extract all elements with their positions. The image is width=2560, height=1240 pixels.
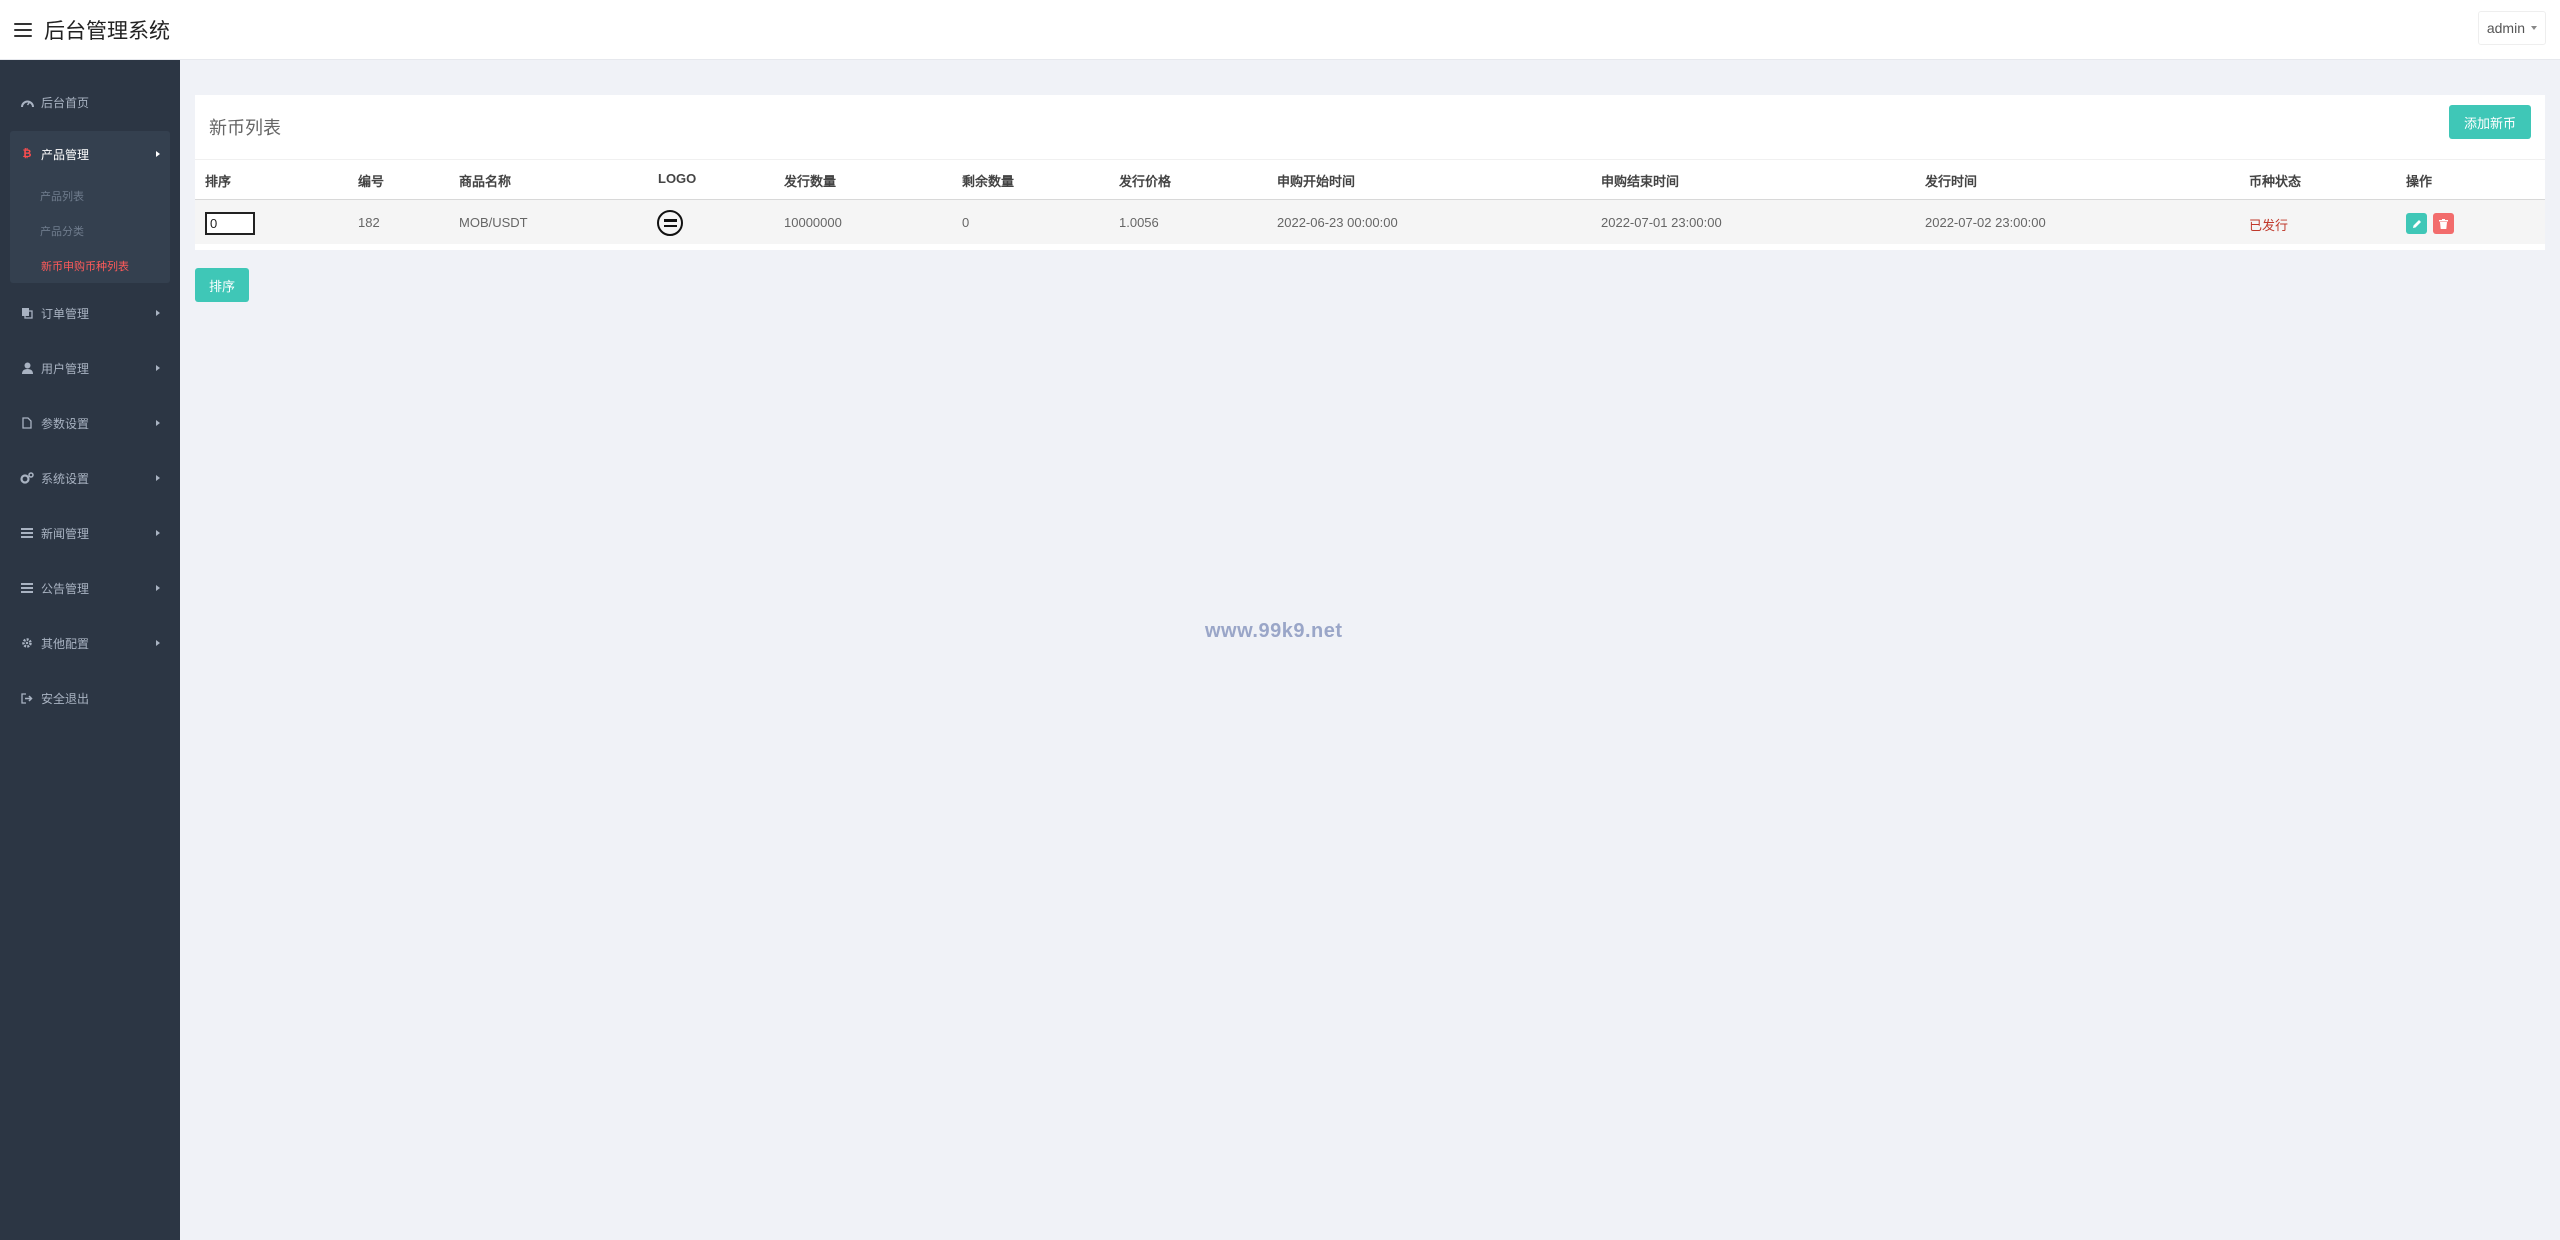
sort-button[interactable]: 排序 [195, 268, 249, 302]
status-badge: 已发行 [2249, 218, 2289, 233]
column-header-actions: 操作 [2406, 174, 2433, 189]
cell-issue-qty: 10000000 [784, 215, 842, 230]
cell-issue-time: 2022-07-02 23:00:00 [1925, 215, 2046, 230]
sidebar-item-label: 其他配置 [41, 636, 90, 651]
chevron-right-icon [156, 151, 160, 157]
user-name: admin [2486, 20, 2525, 36]
chevron-right-icon [156, 585, 160, 591]
sidebar-item-users[interactable]: 用户管理 [10, 353, 170, 383]
column-header-id: 编号 [358, 174, 385, 189]
sidebar-item-other-config[interactable]: 其他配置 [10, 628, 170, 658]
column-header-issue-time: 发行时间 [1925, 174, 1978, 189]
sidebar-item-products[interactable]: ₿ 产品管理 [10, 139, 170, 169]
sidebar-item-logout[interactable]: 安全退出 [10, 683, 170, 713]
sidebar-item-label: 用户管理 [41, 361, 90, 376]
new-coin-list-panel: 新币列表 添加新币 排序 编号 商品名称 LOGO 发行数量 剩余数量 发行价格… [195, 95, 2545, 250]
gears-icon [19, 471, 35, 485]
copy-icon [19, 306, 35, 320]
sidebar-item-label: 安全退出 [41, 691, 90, 706]
app-title: 后台管理系统 [44, 19, 170, 43]
chevron-right-icon [156, 475, 160, 481]
sidebar-item-news[interactable]: 新闻管理 [10, 518, 170, 548]
list-icon [19, 526, 35, 540]
user-icon [19, 361, 35, 375]
add-new-coin-button[interactable]: 添加新币 [2449, 105, 2531, 139]
cell-start-time: 2022-06-23 00:00:00 [1277, 215, 1398, 230]
sidebar-item-system[interactable]: 系统设置 [10, 463, 170, 493]
chevron-right-icon [156, 640, 160, 646]
chevron-right-icon [156, 530, 160, 536]
list-icon [19, 581, 35, 595]
chevron-right-icon [156, 310, 160, 316]
submenu-item-product-category[interactable]: 产品分类 [40, 223, 84, 239]
sign-out-icon [19, 691, 35, 705]
sidebar-item-orders[interactable]: 订单管理 [10, 298, 170, 328]
column-header-name: 商品名称 [459, 174, 512, 189]
cell-remaining-qty: 0 [962, 215, 970, 230]
sidebar-item-dashboard[interactable]: 后台首页 [10, 87, 170, 117]
cell-end-time: 2022-07-01 23:00:00 [1601, 215, 1722, 230]
watermark-text: www.99k9.net [1205, 620, 1343, 642]
submenu-item-new-coin-list[interactable]: 新币申购币种列表 [41, 258, 129, 274]
panel-title: 新币列表 [209, 118, 281, 138]
cell-name: MOB/USDT [459, 215, 528, 230]
cell-price: 1.0056 [1119, 215, 1159, 230]
delete-button[interactable] [2433, 213, 2454, 234]
sidebar-group-products: ₿ 产品管理 产品列表 产品分类 新币申购币种列表 [10, 131, 170, 283]
chevron-down-icon [2531, 26, 2537, 30]
chevron-right-icon [156, 365, 160, 371]
sidebar-item-params[interactable]: 参数设置 [10, 408, 170, 438]
hamburger-menu-icon[interactable] [14, 22, 32, 37]
file-icon [19, 416, 35, 430]
sidebar-item-label: 新闻管理 [41, 526, 90, 541]
top-header: 后台管理系统 admin [0, 0, 2560, 60]
submenu-item-product-list[interactable]: 产品列表 [40, 188, 84, 204]
column-header-end-time: 申购结束时间 [1601, 174, 1680, 189]
cell-id: 182 [358, 215, 380, 230]
sidebar-item-announcements[interactable]: 公告管理 [10, 573, 170, 603]
pencil-icon [2412, 219, 2421, 228]
column-header-sort: 排序 [205, 174, 232, 189]
sidebar-item-label: 产品管理 [41, 147, 90, 162]
sidebar-item-label: 系统设置 [41, 471, 90, 486]
column-header-issue-qty: 发行数量 [784, 174, 837, 189]
trash-icon [2439, 218, 2448, 229]
sidebar-item-label: 公告管理 [41, 581, 90, 596]
column-header-price: 发行价格 [1119, 174, 1172, 189]
sidebar-item-label: 后台首页 [41, 95, 90, 110]
chevron-right-icon [156, 420, 160, 426]
column-header-start-time: 申购开始时间 [1277, 174, 1356, 189]
dashboard-icon [19, 95, 35, 109]
sort-order-input[interactable] [205, 212, 255, 235]
sidebar: 后台首页 ₿ 产品管理 产品列表 产品分类 新币申购币种列表 订单管理 用户管理… [0, 60, 180, 1240]
column-header-logo: LOGO [658, 171, 697, 186]
sidebar-item-label: 参数设置 [41, 416, 90, 431]
divider [195, 159, 2545, 160]
column-header-status: 币种状态 [2249, 174, 2302, 189]
column-header-remaining-qty: 剩余数量 [962, 174, 1015, 189]
edit-button[interactable] [2406, 213, 2427, 234]
gear-icon [19, 636, 35, 650]
user-dropdown[interactable]: admin [2477, 11, 2546, 45]
bitcoin-icon: ₿ [22, 148, 32, 160]
mob-coin-logo-icon [657, 210, 683, 236]
sidebar-item-label: 订单管理 [41, 306, 90, 321]
